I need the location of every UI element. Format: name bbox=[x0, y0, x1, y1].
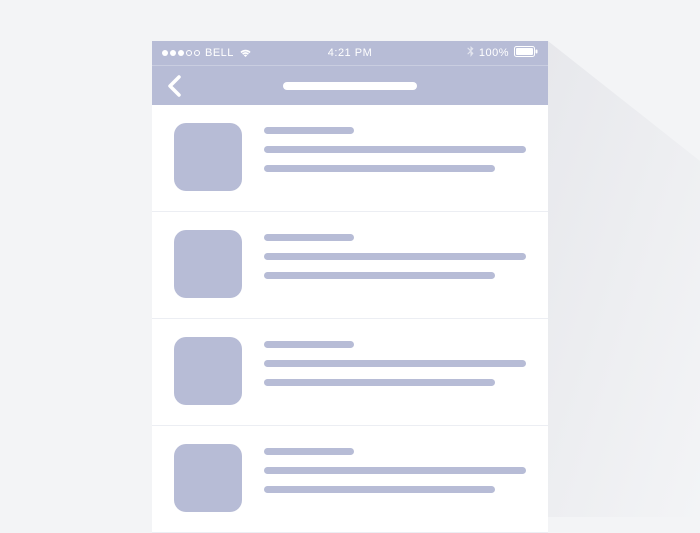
item-body-line-2 bbox=[264, 379, 495, 386]
list-item[interactable] bbox=[152, 105, 548, 212]
signal-strength-icon bbox=[162, 50, 200, 56]
list-item[interactable] bbox=[152, 212, 548, 319]
status-left: BELL bbox=[162, 47, 252, 59]
thumbnail-placeholder bbox=[174, 444, 242, 512]
list-item-text bbox=[264, 337, 526, 405]
page-title-placeholder bbox=[283, 82, 417, 90]
item-body-line-1 bbox=[264, 146, 526, 153]
carrier-label: BELL bbox=[205, 47, 234, 59]
back-button[interactable] bbox=[162, 74, 186, 98]
item-body-line-2 bbox=[264, 272, 495, 279]
item-body-line-2 bbox=[264, 165, 495, 172]
clock: 4:21 PM bbox=[328, 47, 372, 59]
navigation-bar bbox=[152, 65, 548, 105]
thumbnail-placeholder bbox=[174, 337, 242, 405]
item-title-placeholder bbox=[264, 234, 354, 241]
list-item-text bbox=[264, 444, 526, 512]
item-title-placeholder bbox=[264, 127, 354, 134]
status-bar: BELL 4:21 PM 100% bbox=[152, 41, 548, 65]
list-item-text bbox=[264, 230, 526, 298]
list-item-text bbox=[264, 123, 526, 191]
battery-icon bbox=[514, 46, 538, 60]
phone-drop-shadow bbox=[548, 41, 700, 517]
content-list bbox=[152, 105, 548, 533]
chevron-left-icon bbox=[167, 75, 181, 97]
battery-percent: 100% bbox=[479, 47, 509, 59]
wifi-icon bbox=[239, 48, 252, 58]
item-body-line-2 bbox=[264, 486, 495, 493]
thumbnail-placeholder bbox=[174, 230, 242, 298]
item-body-line-1 bbox=[264, 467, 526, 474]
list-item[interactable] bbox=[152, 319, 548, 426]
item-body-line-1 bbox=[264, 360, 526, 367]
status-right: 100% bbox=[467, 46, 538, 60]
bluetooth-icon bbox=[467, 46, 474, 60]
item-title-placeholder bbox=[264, 341, 354, 348]
thumbnail-placeholder bbox=[174, 123, 242, 191]
phone-frame: BELL 4:21 PM 100% bbox=[152, 41, 548, 533]
item-title-placeholder bbox=[264, 448, 354, 455]
item-body-line-1 bbox=[264, 253, 526, 260]
